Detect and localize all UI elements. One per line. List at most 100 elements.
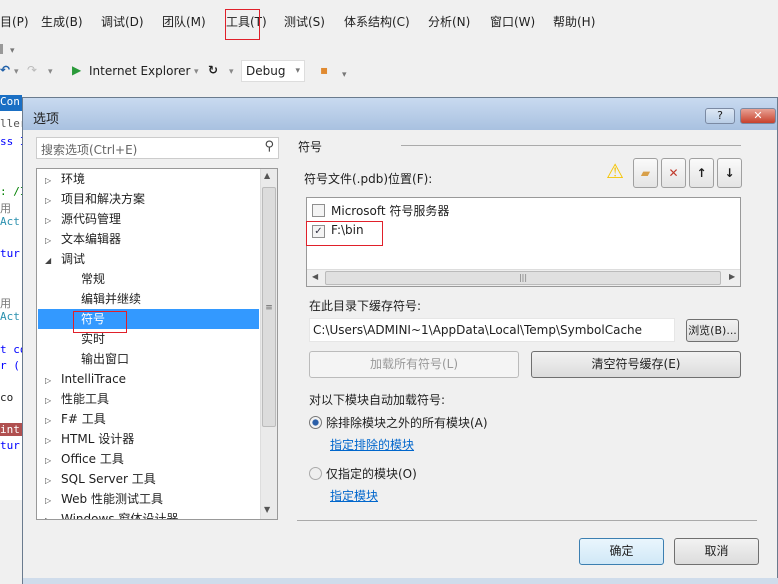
tree-item[interactable]: ▷ F# 工具 bbox=[45, 409, 257, 429]
radio-label: 仅指定的模块(O) bbox=[326, 467, 417, 481]
menu-team[interactable]: 团队(M) bbox=[162, 13, 206, 30]
menu-analyze[interactable]: 分析(N) bbox=[428, 13, 470, 30]
refresh-dropdown-icon[interactable]: ▾ bbox=[229, 67, 234, 77]
tree-item[interactable]: ▷ SQL Server 工具 bbox=[45, 469, 257, 489]
redo-dropdown-icon[interactable]: ▾ bbox=[48, 67, 53, 77]
tree-item[interactable]: ▷ 性能工具 bbox=[45, 389, 257, 409]
collapsed-arrow-icon[interactable]: ▷ bbox=[45, 491, 61, 511]
tree-item[interactable]: ▷ IntelliTrace bbox=[45, 369, 257, 389]
radio-selected[interactable] bbox=[309, 416, 322, 429]
load-all-symbols-button[interactable]: 加载所有符号(L) bbox=[309, 351, 519, 378]
remove-button[interactable]: ✕ bbox=[661, 158, 686, 188]
tree-item[interactable]: 实时 bbox=[45, 329, 257, 349]
tree-item[interactable]: ▷ 源代码管理 bbox=[45, 209, 257, 229]
scroll-right-icon[interactable]: ▶ bbox=[729, 272, 735, 281]
collapsed-arrow-icon[interactable]: ▷ bbox=[45, 371, 61, 391]
tree-item[interactable]: ▷Windows 窗体设计器 bbox=[45, 509, 257, 519]
tree-item[interactable]: ▷ Web 性能测试工具 bbox=[45, 489, 257, 509]
tree-item[interactable]: ▷ HTML 设计器 bbox=[45, 429, 257, 449]
expanded-arrow-icon[interactable]: ◢ bbox=[45, 251, 61, 271]
toolbar-overflow-icon[interactable]: ▾ bbox=[10, 46, 15, 56]
scroll-left-icon[interactable]: ◀ bbox=[312, 272, 318, 281]
ok-button[interactable]: 确定 bbox=[579, 538, 664, 565]
scroll-up-icon[interactable]: ▲ bbox=[264, 171, 270, 180]
checkbox[interactable] bbox=[312, 204, 325, 217]
collapsed-arrow-icon[interactable]: ▷ bbox=[45, 171, 61, 191]
undo-icon[interactable]: ↶ bbox=[0, 63, 10, 77]
cancel-button[interactable]: 取消 bbox=[674, 538, 759, 565]
symbol-locations-list[interactable]: Microsoft 符号服务器 ✓ F:\bin ◀ ||| ▶ bbox=[306, 197, 741, 287]
menu-help[interactable]: 帮助(H) bbox=[553, 13, 595, 30]
undo-dropdown-icon[interactable]: ▾ bbox=[14, 67, 19, 77]
tree-item-label: 项目和解决方案 bbox=[61, 192, 146, 206]
toolbar-overflow-icon[interactable]: ▾ bbox=[342, 70, 347, 80]
help-button[interactable]: ? bbox=[705, 108, 735, 124]
menu-build[interactable]: 生成(B) bbox=[41, 13, 83, 30]
scrollbar-thumb[interactable]: ≡ bbox=[262, 187, 276, 427]
tree-scrollbar[interactable]: ▲ ≡ ▼ bbox=[260, 169, 277, 519]
close-button[interactable]: ✕ bbox=[740, 108, 776, 124]
menu-window[interactable]: 窗口(W) bbox=[490, 13, 535, 30]
move-up-button[interactable]: ↑ bbox=[689, 158, 714, 188]
code-editor[interactable]: Con llers ss I : /I 用 Act tur 用 Act t co… bbox=[0, 95, 22, 500]
collapsed-arrow-icon[interactable]: ▷ bbox=[45, 231, 61, 251]
redo-icon[interactable]: ↷ bbox=[27, 63, 37, 77]
find-icon[interactable]: ▪ bbox=[320, 63, 328, 77]
tree-item[interactable]: ▷ 文本编辑器 bbox=[45, 229, 257, 249]
menu-test[interactable]: 测试(S) bbox=[284, 13, 325, 30]
collapsed-arrow-icon[interactable]: ▷ bbox=[45, 471, 61, 491]
collapsed-arrow-icon[interactable]: ▷ bbox=[45, 451, 61, 471]
tree-item-label: IntelliTrace bbox=[61, 372, 127, 386]
dialog-titlebar[interactable]: 选项 ? ✕ bbox=[23, 98, 777, 130]
config-select[interactable]: Debug ▾ bbox=[241, 60, 305, 82]
config-value: Debug bbox=[246, 64, 286, 78]
browser-dropdown-icon[interactable]: ▾ bbox=[194, 67, 199, 77]
tree-item-label: F# 工具 bbox=[61, 412, 106, 426]
refresh-icon[interactable]: ↻ bbox=[208, 63, 218, 77]
collapsed-arrow-icon[interactable]: ▷ bbox=[45, 411, 61, 431]
new-folder-button[interactable]: ▰ bbox=[633, 158, 658, 188]
tree-item[interactable]: ◢ 调试 bbox=[45, 249, 257, 269]
move-down-button[interactable]: ↓ bbox=[717, 158, 742, 188]
editor-tab[interactable]: Con bbox=[0, 95, 22, 111]
collapsed-arrow-icon[interactable]: ▷ bbox=[45, 211, 61, 231]
collapsed-arrow-icon[interactable]: ▷ bbox=[45, 431, 61, 451]
location-label: F:\bin bbox=[331, 223, 364, 237]
delete-icon: ✕ bbox=[668, 166, 679, 180]
scroll-down-icon[interactable]: ▼ bbox=[264, 505, 270, 514]
tree-item-label: 符号 bbox=[81, 312, 106, 326]
collapsed-arrow-icon[interactable]: ▷ bbox=[45, 191, 61, 211]
options-tree[interactable]: ▷ 环境 ▷ 项目和解决方案 ▷ 源代码管理 ▷ 文本编辑器 ◢ 调试 常规 编辑并继续 符号 实时 输出窗… bbox=[36, 168, 278, 520]
radio-unselected[interactable] bbox=[309, 467, 322, 480]
exclude-modules-link[interactable]: 指定排除的模块 bbox=[330, 436, 414, 453]
radio-label: 除排除模块之外的所有模块(A) bbox=[326, 416, 488, 430]
warning-icon: ⚠ bbox=[606, 159, 624, 183]
tree-item[interactable]: 符号 bbox=[38, 309, 259, 329]
code-line: tur bbox=[0, 439, 20, 452]
tree-item[interactable]: 常规 bbox=[45, 269, 257, 289]
tree-item[interactable]: ▷ 项目和解决方案 bbox=[45, 189, 257, 209]
browser-select[interactable]: Internet Explorer bbox=[89, 64, 190, 78]
tree-item[interactable]: 编辑并继续 bbox=[45, 289, 257, 309]
specify-modules-link[interactable]: 指定模块 bbox=[330, 487, 378, 504]
collapsed-arrow-icon[interactable]: ▷ bbox=[45, 391, 61, 411]
start-debug-icon[interactable]: ▶ bbox=[72, 63, 81, 77]
menu-architecture[interactable]: 体系结构(C) bbox=[344, 13, 410, 30]
cache-path-input[interactable]: C:\Users\ADMINI~1\AppData\Local\Temp\Sym… bbox=[309, 318, 675, 342]
tree-item[interactable]: ▷ Office 工具 bbox=[45, 449, 257, 469]
menu-debug[interactable]: 调试(D) bbox=[101, 13, 144, 30]
clear-cache-button[interactable]: 清空符号缓存(E) bbox=[531, 351, 741, 378]
menu-tools[interactable]: 工具(T) bbox=[226, 13, 267, 30]
search-icon[interactable]: ⚲ bbox=[264, 139, 274, 154]
collapsed-arrow-icon[interactable]: ▷ bbox=[45, 511, 61, 519]
tree-item[interactable]: ▷ 环境 bbox=[45, 169, 257, 189]
cache-path-value: C:\Users\ADMINI~1\AppData\Local\Temp\Sym… bbox=[313, 323, 643, 337]
checkbox-checked[interactable]: ✓ bbox=[312, 225, 325, 238]
browse-button[interactable]: 浏览(B)... bbox=[686, 319, 739, 342]
scrollbar-thumb[interactable]: ||| bbox=[325, 271, 721, 285]
search-options-input[interactable]: 搜索选项(Ctrl+E) ⚲ bbox=[36, 137, 279, 159]
tree-item[interactable]: 输出窗口 bbox=[45, 349, 257, 369]
horizontal-scrollbar[interactable]: ◀ ||| ▶ bbox=[307, 269, 740, 286]
menu-project[interactable]: 目(P) bbox=[0, 13, 29, 30]
code-line: ss I bbox=[0, 135, 22, 148]
